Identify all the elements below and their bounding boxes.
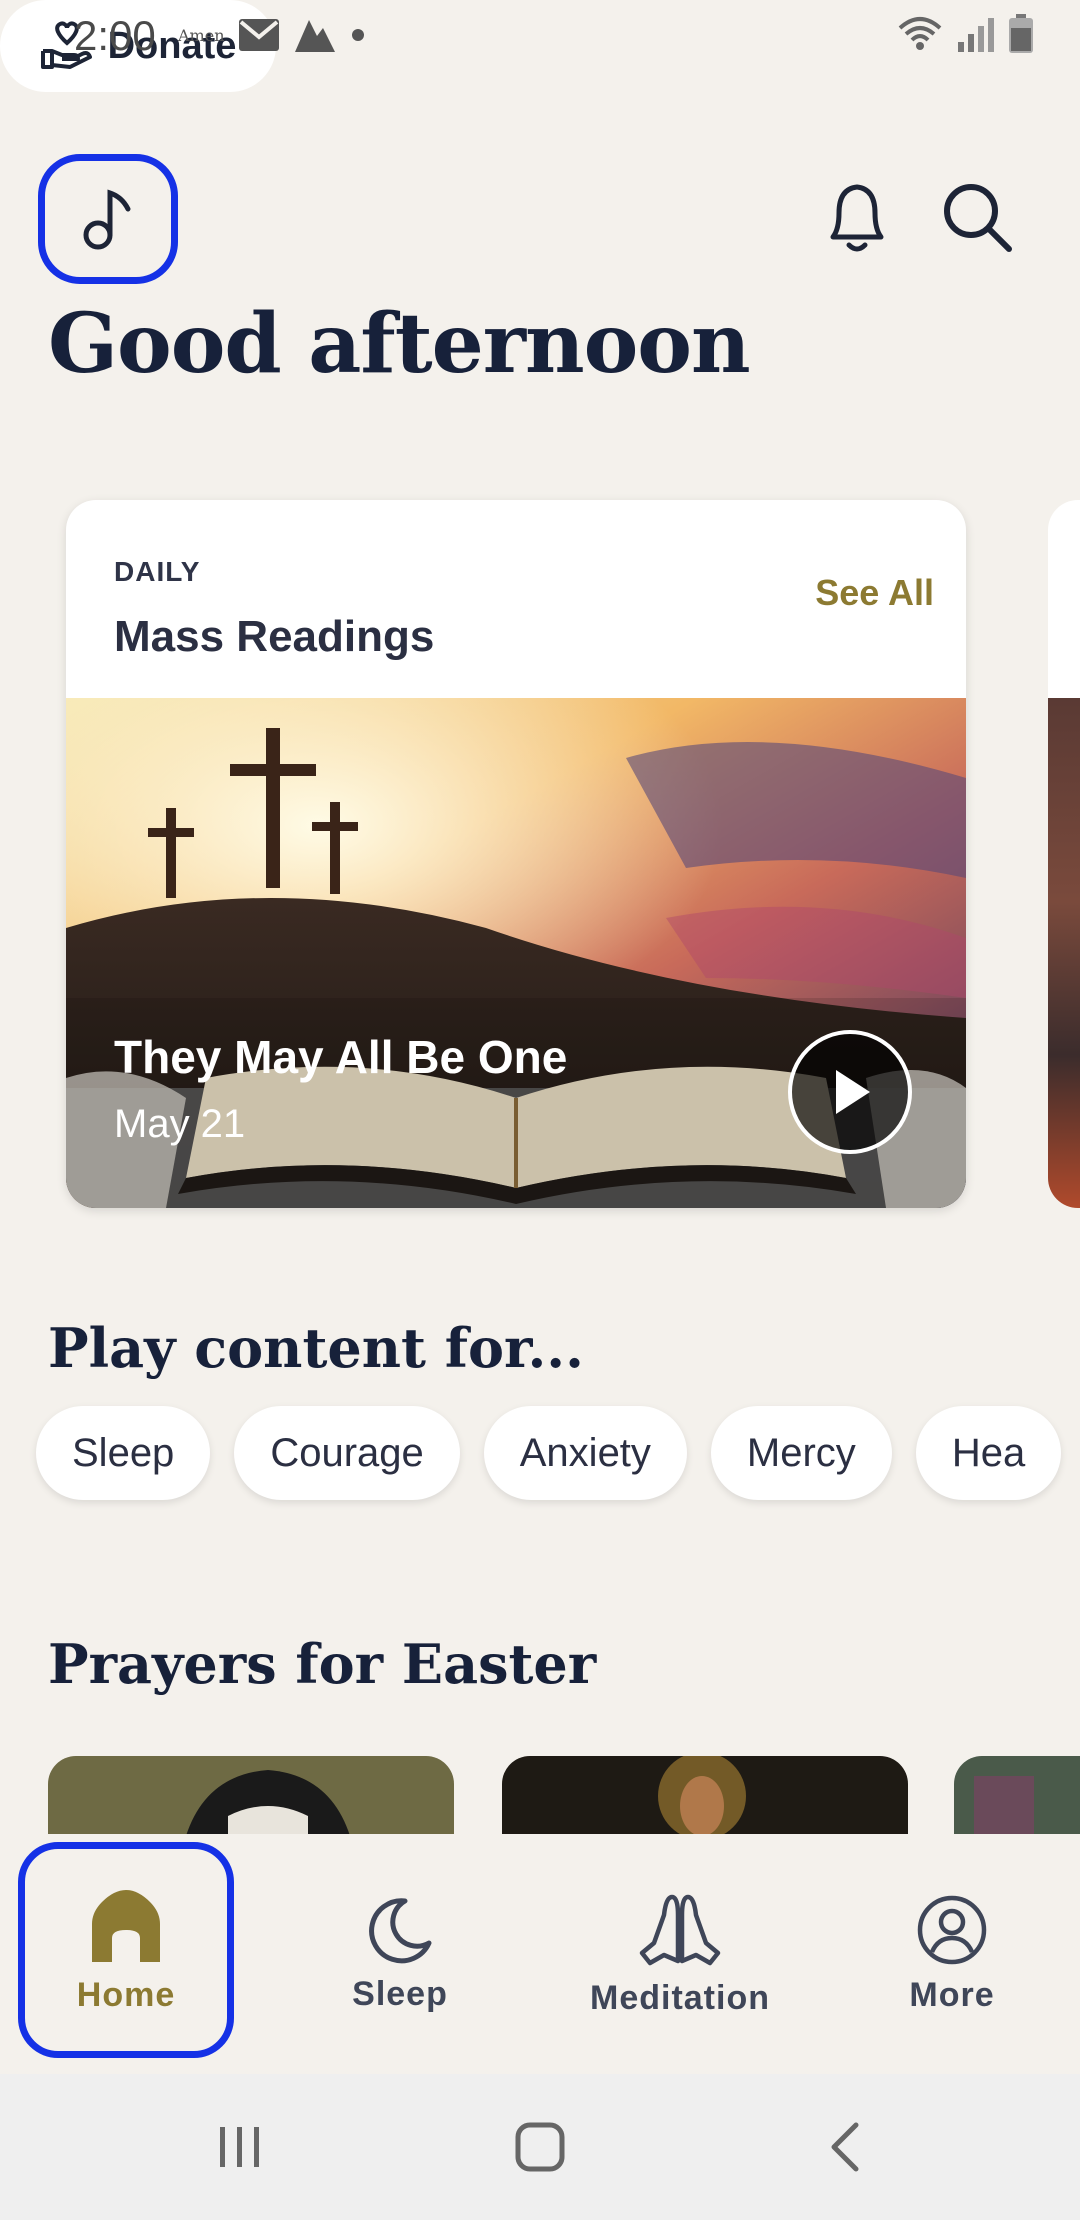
bottom-tab-bar: Home Sleep Meditation More [0, 1834, 1080, 2074]
play-button[interactable] [788, 1030, 912, 1154]
chip-mercy[interactable]: Mercy [710, 1406, 892, 1500]
daily-mass-readings-card[interactable]: DAILY Mass Readings See All They May All… [66, 500, 966, 1208]
tab-home-label: Home [76, 1975, 176, 2014]
amen-app-icon: Amen [178, 25, 225, 45]
music-button[interactable] [38, 154, 178, 284]
prayer-thumbnail[interactable] [502, 1756, 908, 1836]
home-nav-button[interactable] [490, 2074, 590, 2220]
wifi-icon [898, 17, 942, 50]
card-title: Mass Readings [114, 612, 435, 661]
prayer-thumbnail[interactable] [48, 1756, 454, 1836]
home-icon [92, 1889, 160, 1962]
battery-icon [1009, 14, 1033, 53]
tab-meditation-label: Meditation [590, 1978, 770, 2017]
music-note-icon [83, 189, 131, 250]
tab-sleep-label: Sleep [352, 1974, 448, 2013]
status-time: 2:00 [74, 12, 156, 59]
card-kicker: DAILY [114, 556, 201, 587]
status-bar: 2:00 Amen [0, 0, 1080, 72]
greeting-title: Good afternoon [48, 296, 751, 392]
bell-icon [830, 184, 884, 252]
status-system-icons [896, 14, 1034, 54]
mass-readings-image[interactable]: They May All Be One May 21 [66, 698, 966, 1208]
reading-title: They May All Be One [114, 1031, 568, 1083]
back-button[interactable] [794, 2074, 894, 2220]
next-card-image [1048, 698, 1080, 1208]
search-icon [944, 184, 1012, 252]
chip-sleep[interactable]: Sleep [36, 1406, 211, 1500]
next-carousel-card[interactable] [1048, 500, 1080, 1208]
see-all-link[interactable]: See All [815, 572, 934, 614]
reading-date: May 21 [114, 1102, 246, 1146]
back-chevron-icon [831, 2122, 859, 2172]
nun-portrait-image [48, 1756, 454, 1836]
landscape-image [954, 1756, 1080, 1836]
prayer-thumbnail[interactable] [954, 1756, 1080, 1836]
mood-chips: Sleep Courage Anxiety Mercy Hea [36, 1406, 1062, 1500]
search-button[interactable] [932, 172, 1022, 262]
mountain-app-icon [294, 20, 335, 52]
system-nav-bar [0, 2074, 1080, 2220]
notifications-button[interactable] [812, 172, 902, 262]
signal-icon [958, 18, 994, 52]
moon-icon [369, 1897, 432, 1963]
chip-partial[interactable]: Hea [915, 1406, 1062, 1500]
play-icon [836, 1070, 870, 1114]
play-content-heading: Play content for... [48, 1316, 584, 1380]
chip-anxiety[interactable]: Anxiety [483, 1406, 687, 1500]
dot-icon [351, 29, 364, 41]
status-notification-icons: Amen [178, 18, 365, 52]
home-square-icon [515, 2122, 565, 2172]
mail-icon [238, 19, 279, 51]
chip-courage[interactable]: Courage [234, 1406, 460, 1500]
profile-icon [917, 1895, 987, 1964]
recent-apps-button[interactable] [190, 2074, 290, 2220]
prayers-carousel [48, 1756, 1080, 1836]
tab-more-label: More [909, 1975, 995, 2014]
tab-more[interactable]: More [852, 1834, 1052, 2074]
tab-home[interactable]: Home [18, 1842, 234, 2058]
praying-hands-icon [639, 1894, 721, 1965]
recent-apps-icon [220, 2127, 259, 2167]
jesus-portrait-image [502, 1756, 908, 1836]
prayers-heading: Prayers for Easter [48, 1632, 597, 1696]
tab-sleep[interactable]: Sleep [300, 1834, 500, 2074]
tab-meditation[interactable]: Meditation [560, 1834, 800, 2074]
